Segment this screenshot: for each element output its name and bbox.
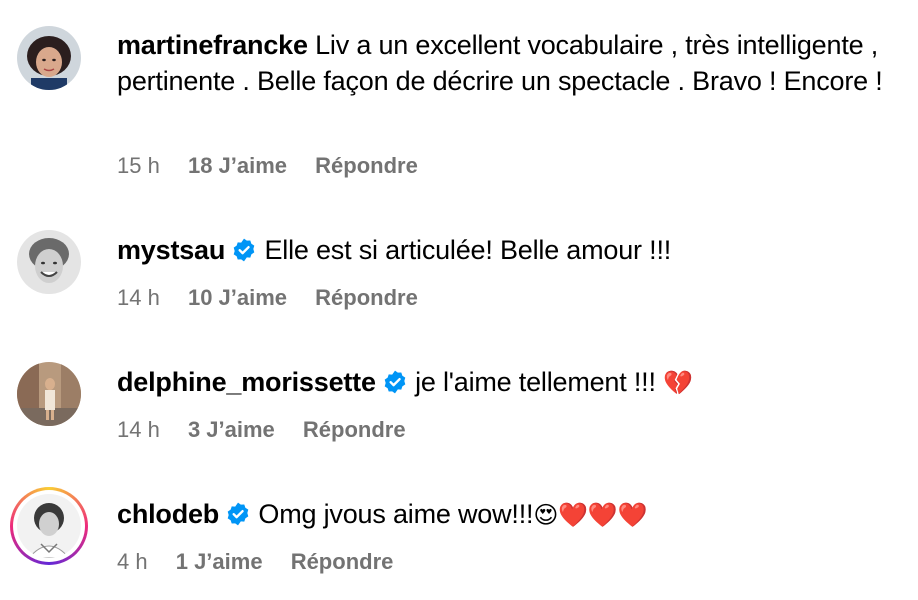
avatar[interactable] xyxy=(17,494,81,558)
comment-time[interactable]: 14 h xyxy=(117,285,160,310)
reply-button[interactable]: Répondre xyxy=(303,417,406,442)
comment-body: delphine_morissette je l'aime tellement … xyxy=(117,364,907,402)
comment-text: Omg jvous aime wow!!! xyxy=(258,499,534,529)
avatar[interactable] xyxy=(17,26,81,90)
reply-button[interactable]: Répondre xyxy=(315,153,418,178)
comment-text: Elle est si articulée! Belle amour !!! xyxy=(264,235,672,265)
comment-body: mystsau Elle est si articulée! Belle amo… xyxy=(117,232,907,268)
broken-heart-emoji: 💔 xyxy=(663,370,693,397)
like-count[interactable]: 10 J’aime xyxy=(188,285,287,310)
comment-time[interactable]: 14 h xyxy=(117,417,160,442)
comment-meta: 15 h 18 J’aime Répondre xyxy=(117,152,440,180)
verified-badge-icon xyxy=(227,502,249,526)
comment-body: martinefrancke Liv a un excellent vocabu… xyxy=(117,27,907,99)
like-count[interactable]: 3 J’aime xyxy=(188,417,275,442)
comment-username[interactable]: mystsau xyxy=(117,235,225,265)
heart-eyes-emoji: 😍❤️❤️❤️ xyxy=(533,502,648,529)
story-ring[interactable] xyxy=(10,487,88,565)
avatar[interactable] xyxy=(17,362,81,426)
comment-username[interactable]: delphine_morissette xyxy=(117,367,376,397)
comment-body: chlodeb Omg jvous aime wow!!!😍❤️❤️❤️ xyxy=(117,496,907,534)
comment-meta: 4 h 1 J’aime Répondre xyxy=(117,548,415,576)
verified-badge-icon xyxy=(233,238,255,262)
comment-username[interactable]: chlodeb xyxy=(117,499,219,529)
avatar[interactable] xyxy=(17,230,81,294)
reply-button[interactable]: Répondre xyxy=(315,285,418,310)
comment-meta: 14 h 3 J’aime Répondre xyxy=(117,416,428,444)
like-count[interactable]: 1 J’aime xyxy=(176,549,263,574)
comment-meta: 14 h 10 J’aime Répondre xyxy=(117,284,440,312)
like-count[interactable]: 18 J’aime xyxy=(188,153,287,178)
comment-time[interactable]: 15 h xyxy=(117,153,160,178)
reply-button[interactable]: Répondre xyxy=(291,549,394,574)
verified-badge-icon xyxy=(384,370,406,394)
comment-text: je l'aime tellement !!! xyxy=(415,367,656,397)
comment-username[interactable]: martinefrancke xyxy=(117,30,308,60)
comment-time[interactable]: 4 h xyxy=(117,549,148,574)
